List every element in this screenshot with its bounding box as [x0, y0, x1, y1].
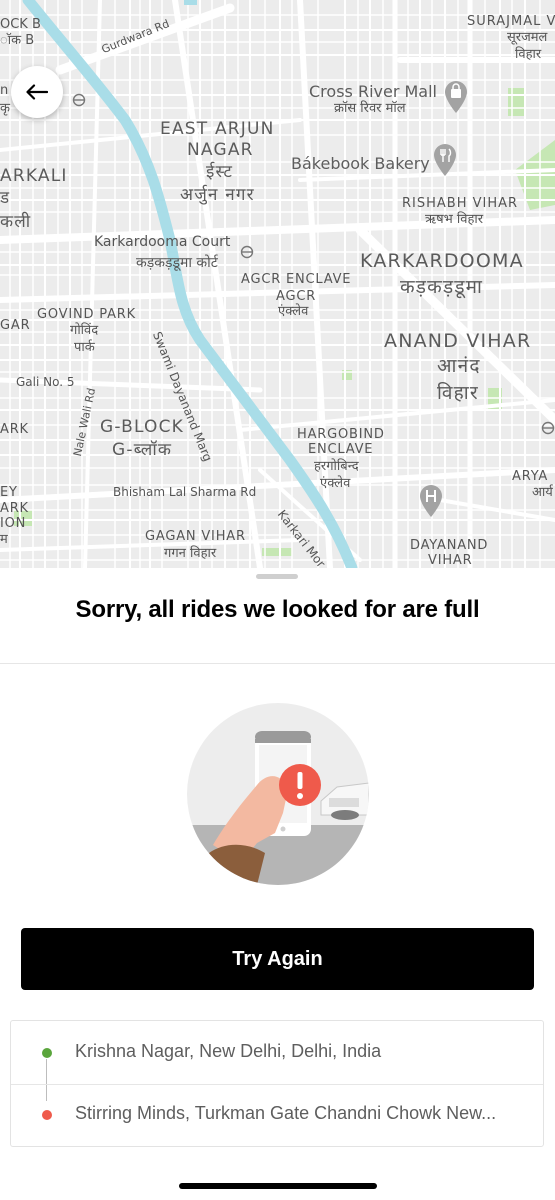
metro-station-icon	[72, 93, 86, 107]
map-label-gagan-vihar: GAGAN VIHAR	[145, 529, 246, 544]
shopping-bag-pin-icon[interactable]	[443, 80, 469, 114]
map-label-dayanand-vihar: DAYANAND	[410, 538, 489, 553]
dropoff-dot-icon	[42, 1110, 52, 1120]
map-label-surajmal: SURAJMAL V	[467, 14, 555, 29]
map-label-ock-b: OCK B	[0, 17, 41, 32]
arrow-left-icon	[26, 84, 48, 100]
area-arkali-hi-2: कली	[0, 212, 32, 232]
map-label-gagan-vihar-hi: गगन विहार	[164, 546, 217, 561]
map-label-rishabh-vihar: RISHABH VIHAR	[402, 196, 519, 211]
poi-karkardooma-court: Karkardooma Court	[94, 234, 231, 250]
map-label-arya-hi: आर्य	[532, 485, 553, 500]
map-label-gar: GAR	[0, 318, 31, 333]
dropoff-address: Stirring Minds, Turkman Gate Chandni Cho…	[75, 1103, 497, 1123]
map-label-govind-park: GOVIND PARK	[37, 307, 136, 322]
area-east-arjun-nagar-2: NAGAR	[187, 140, 254, 160]
map-label-ey: EY	[0, 485, 18, 500]
no-rides-title: Sorry, all rides we looked for are full	[75, 596, 480, 623]
phone-alert-illustration	[187, 703, 369, 885]
pickup-dot-icon	[42, 1048, 52, 1058]
map-label-surajmal-vihar: विहार	[515, 47, 542, 62]
route-summary-card[interactable]: Krishna Nagar, New Delhi, Delhi, India S…	[10, 1020, 544, 1147]
map-label-ark-2: ARK	[0, 501, 29, 516]
map-label-ark: ARK	[0, 422, 29, 437]
map-label-rishabh-vihar-hi: ऋषभ विहार	[425, 212, 484, 227]
area-anand-vihar-hi: आनंद	[437, 355, 481, 377]
area-anand-vihar-hi-2: विहार	[437, 382, 479, 404]
map-label-hargobind-enclave: ENCLAVE	[308, 442, 374, 457]
area-karkardooma: KARKARDOOMA	[360, 250, 524, 272]
area-arkali-hi-1: ड	[0, 188, 11, 208]
area-karkardooma-hi: कड़कड़डूमा	[400, 276, 484, 298]
map-label-ock-hi: ॉक B	[0, 33, 35, 48]
pickup-location-row[interactable]: Krishna Nagar, New Delhi, Delhi, India	[11, 1021, 543, 1084]
map-label-arya: ARYA	[512, 469, 549, 484]
map-label-hargobind: HARGOBIND	[297, 427, 385, 442]
poi-cross-river-mall-hi: क्रॉस रिवर मॉल	[334, 101, 406, 116]
pickup-address: Krishna Nagar, New Delhi, Delhi, India	[75, 1041, 382, 1061]
area-anand-vihar: ANAND VIHAR	[384, 330, 532, 352]
area-g-block-hi: G-ब्लॉक	[112, 440, 173, 460]
poi-cross-river-mall: Cross River Mall	[309, 82, 437, 101]
dropoff-location-row[interactable]: Stirring Minds, Turkman Gate Chandni Cho…	[11, 1085, 543, 1148]
divider	[0, 663, 555, 664]
map-label-govind-hi-2: पार्क	[74, 340, 95, 355]
map-label-ion: ION	[0, 516, 27, 531]
road-label-gali-no5: Gali No. 5	[16, 375, 75, 389]
area-east-arjun-nagar-hi: ईस्ट	[206, 162, 234, 182]
map-label-agcr: AGCR	[276, 289, 317, 304]
map-label-agcr-enclave: AGCR ENCLAVE	[241, 272, 352, 287]
metro-station-icon	[240, 245, 254, 259]
map-label-agcr-hi: एंक्लेव	[278, 304, 309, 319]
map-label-left-kri: कृ	[0, 101, 10, 116]
map-label-m: म	[0, 532, 8, 547]
map-label-hargobind-hi: हरगोबिन्द	[314, 459, 359, 474]
home-indicator[interactable]	[179, 1183, 377, 1189]
area-east-arjun-nagar: EAST ARJUN	[160, 119, 275, 139]
try-again-button[interactable]: Try Again	[21, 928, 534, 990]
map-label-left-n: n	[0, 83, 9, 98]
road-label-bhisham: Bhisham Lal Sharma Rd	[113, 485, 257, 499]
map-label-govind-hi: गोविंद	[70, 323, 99, 338]
bottom-sheet: Sorry, all rides we looked for are full	[0, 568, 555, 1200]
map-label-dayanand-vihar-2: VIHAR	[428, 553, 473, 568]
map-label-hargobind-hi-2: एंक्लेव	[320, 476, 351, 491]
hospital-pin-icon[interactable]	[418, 484, 444, 518]
restaurant-pin-icon[interactable]	[432, 143, 458, 177]
poi-karkardooma-court-hi: कड़कड़डूमा कोर्ट	[136, 255, 218, 271]
poi-bakebook-bakery: Bákebook Bakery	[291, 154, 430, 173]
map-view[interactable]: OCK B ॉक B Gurdwara Rd SURAJMAL V सूरजमल…	[0, 0, 555, 568]
area-arkali: ARKALI	[0, 166, 68, 186]
metro-station-icon	[541, 421, 555, 435]
sheet-drag-handle[interactable]	[256, 574, 298, 579]
area-east-arjun-nagar-hi-2: अर्जुन नगर	[180, 185, 255, 205]
map-label-surajmal-hi: सूरजमल	[507, 30, 548, 45]
back-button[interactable]	[11, 66, 63, 118]
area-g-block: G-BLOCK	[100, 417, 185, 437]
